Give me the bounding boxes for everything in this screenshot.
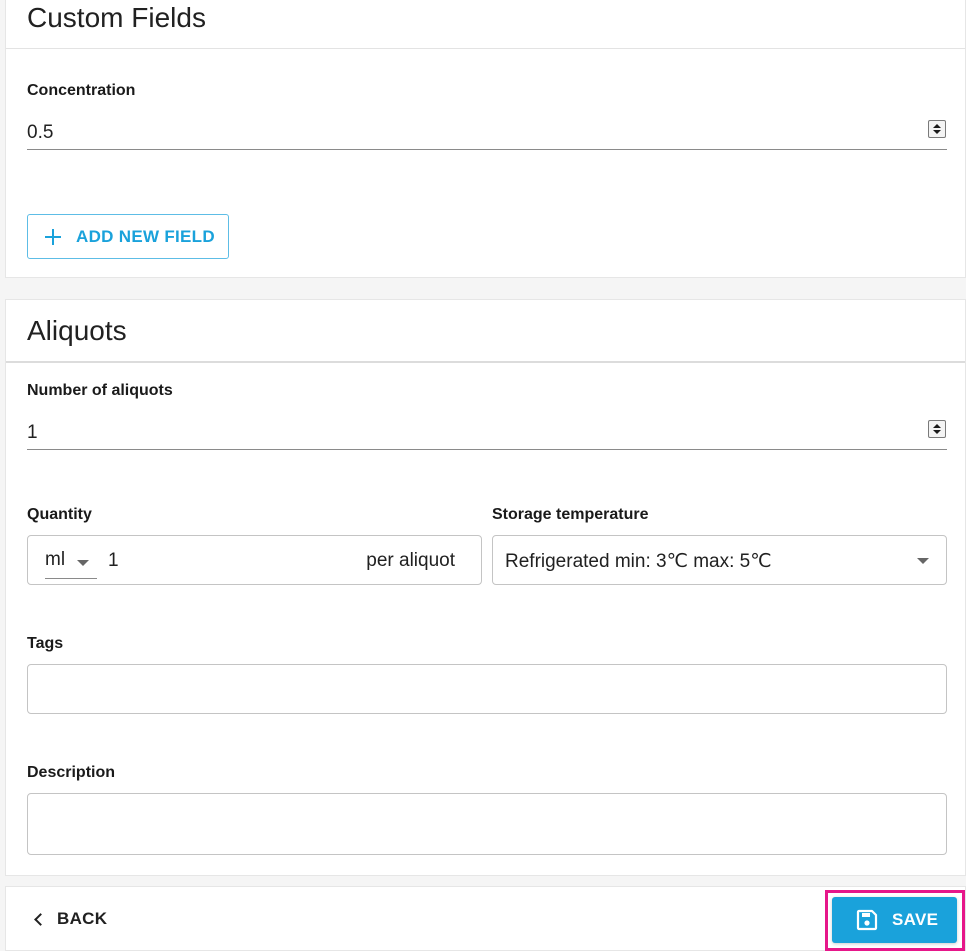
aliquots-divider: [6, 361, 965, 363]
save-icon: [856, 909, 878, 931]
custom-fields-divider: [6, 48, 965, 49]
number-of-aliquots-label: Number of aliquots: [27, 382, 173, 399]
quantity-label: Quantity: [27, 506, 92, 523]
concentration-input[interactable]: 0.5: [27, 114, 947, 150]
storage-temperature-value: Refrigerated min: 3℃ max: 5℃: [505, 551, 772, 572]
description-textarea[interactable]: [27, 793, 947, 855]
custom-fields-title: Custom Fields: [27, 2, 206, 33]
number-of-aliquots-input[interactable]: 1: [27, 414, 947, 450]
storage-temperature-select[interactable]: Refrigerated min: 3℃ max: 5℃: [492, 535, 947, 585]
plus-icon: [45, 228, 61, 245]
form-footer: BACK SAVE: [5, 886, 966, 951]
tags-label: Tags: [27, 635, 64, 652]
spinner-icon[interactable]: [928, 420, 946, 438]
description-label: Description: [27, 764, 116, 781]
quantity-value: 1: [108, 550, 119, 571]
spinner-icon[interactable]: [928, 120, 946, 138]
dropdown-caret-icon: [77, 560, 89, 566]
tags-input[interactable]: [27, 664, 947, 714]
storage-temperature-label: Storage temperature: [492, 506, 649, 523]
back-label: BACK: [57, 909, 108, 928]
back-button[interactable]: BACK: [32, 909, 107, 929]
dropdown-caret-icon: [917, 558, 929, 564]
unit-value: ml: [45, 549, 66, 570]
concentration-label: Concentration: [27, 82, 136, 99]
save-button[interactable]: SAVE: [832, 897, 957, 943]
chevron-left-icon: [34, 912, 47, 926]
concentration-value: 0.5: [27, 122, 54, 143]
unit-select[interactable]: ml: [45, 549, 97, 579]
quantity-suffix: per aliquot: [366, 550, 455, 571]
save-label: SAVE: [892, 910, 939, 929]
aliquots-card: Aliquots Number of aliquots 1 Quantity m…: [5, 299, 966, 876]
number-of-aliquots-value: 1: [27, 422, 38, 443]
aliquots-title: Aliquots: [27, 315, 127, 346]
add-new-field-button[interactable]: ADD NEW FIELD: [27, 214, 229, 259]
add-new-field-label: ADD NEW FIELD: [76, 226, 215, 246]
quantity-field[interactable]: ml 1 per aliquot: [27, 535, 482, 585]
custom-fields-card: Custom Fields Concentration 0.5 ADD NEW …: [5, 0, 966, 278]
